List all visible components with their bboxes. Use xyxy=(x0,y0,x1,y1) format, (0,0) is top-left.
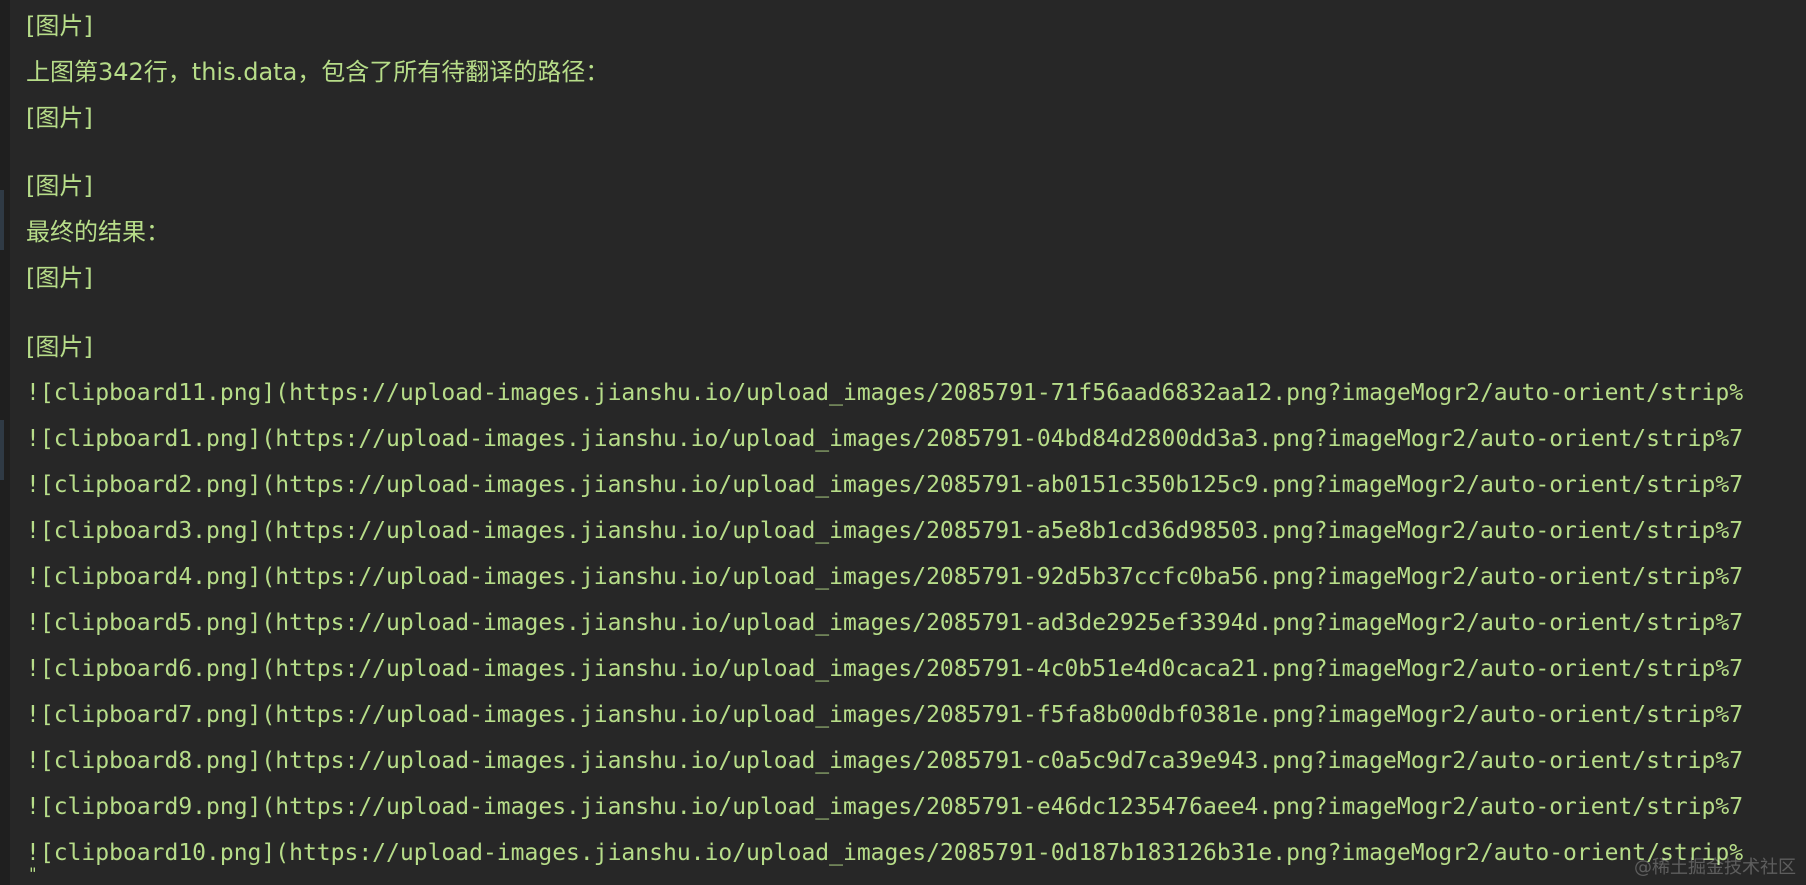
editor-line[interactable]: ![clipboard1.png](https://upload-images.… xyxy=(26,416,1743,462)
editor-lines[interactable]: [图片] 上图第342行，this.data，包含了所有待翻译的路径： [图片]… xyxy=(26,0,1806,885)
editor-line[interactable]: ![clipboard9.png](https://upload-images.… xyxy=(26,784,1743,830)
watermark: @稀土掘金技术社区 xyxy=(1634,857,1796,878)
editor-line[interactable]: [图片] xyxy=(26,3,93,49)
editor-gutter xyxy=(0,0,10,885)
editor-line[interactable]: [图片] xyxy=(26,95,93,141)
gutter-marker xyxy=(0,420,4,480)
editor-line[interactable]: ![clipboard8.png](https://upload-images.… xyxy=(26,738,1743,784)
editor-line[interactable]: ![clipboard6.png](https://upload-images.… xyxy=(26,646,1743,692)
editor-line[interactable]: ![clipboard2.png](https://upload-images.… xyxy=(26,462,1743,508)
editor-line[interactable]: [图片] xyxy=(26,324,93,370)
editor-line[interactable]: ![clipboard4.png](https://upload-images.… xyxy=(26,554,1743,600)
editor-line[interactable]: [图片] xyxy=(26,163,93,209)
editor-line[interactable]: ![clipboard5.png](https://upload-images.… xyxy=(26,600,1743,646)
editor-line[interactable]: ![clipboard3.png](https://upload-images.… xyxy=(26,508,1743,554)
text-editor[interactable]: [图片] 上图第342行，this.data，包含了所有待翻译的路径： [图片]… xyxy=(0,0,1806,885)
text-caret-icon: " xyxy=(28,864,38,883)
editor-line[interactable]: [图片] xyxy=(26,255,93,301)
editor-line[interactable]: ![clipboard10.png](https://upload-images… xyxy=(26,830,1743,876)
gutter-marker xyxy=(0,190,4,250)
editor-line[interactable]: ![clipboard7.png](https://upload-images.… xyxy=(26,692,1743,738)
editor-line[interactable]: ![clipboard11.png](https://upload-images… xyxy=(26,370,1743,416)
editor-line[interactable]: 上图第342行，this.data，包含了所有待翻译的路径： xyxy=(26,49,609,95)
editor-line[interactable]: 最终的结果： xyxy=(26,209,170,255)
